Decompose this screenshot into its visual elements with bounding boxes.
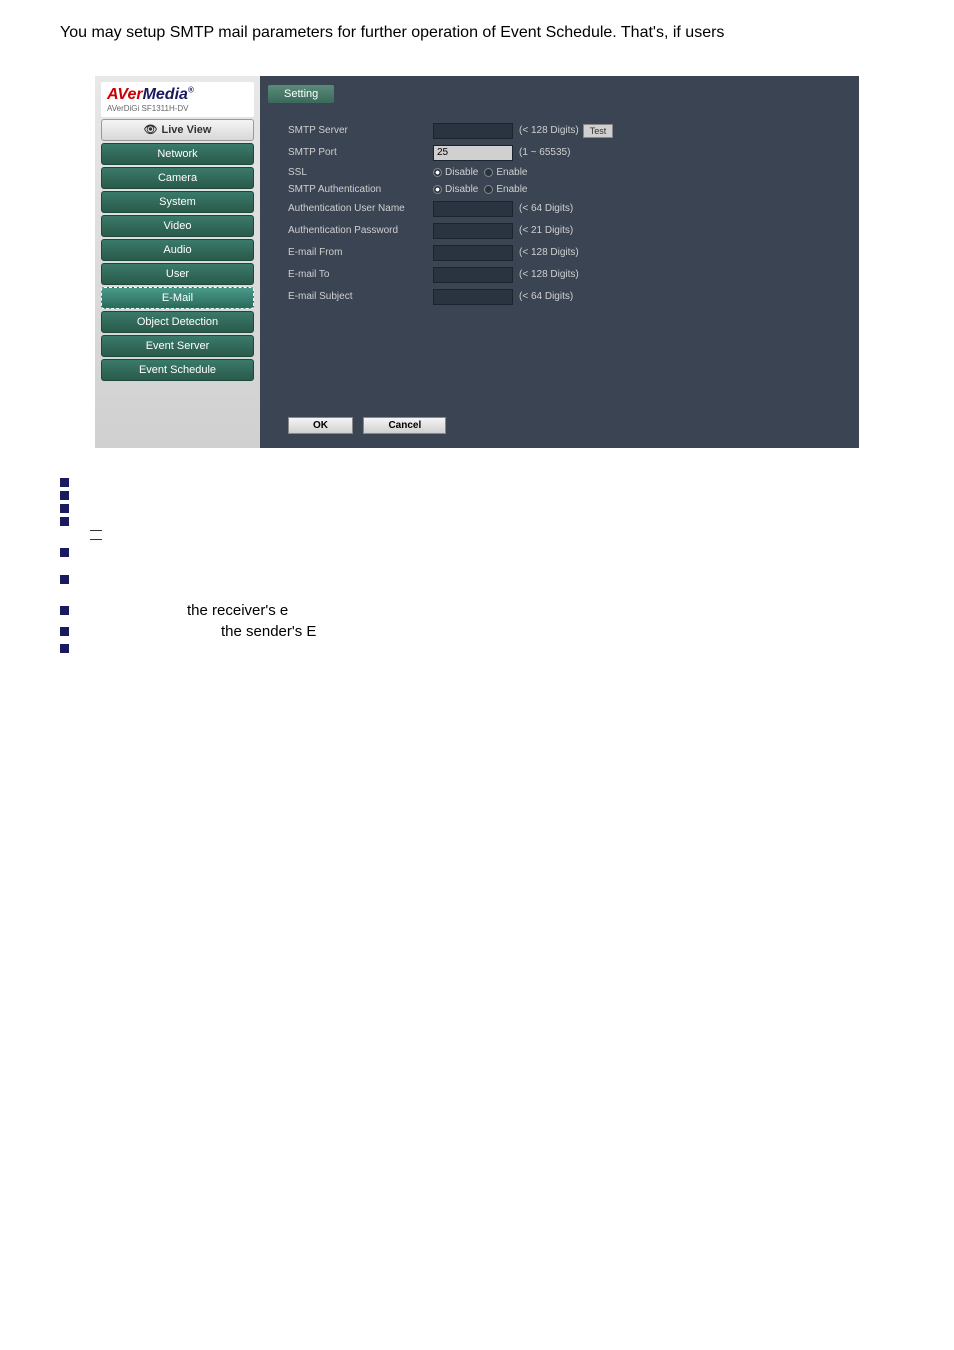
row-smtp-auth: SMTP Authentication Disable Enable: [288, 184, 831, 195]
label-email-to: E-mail To: [288, 269, 433, 280]
sidebar-item-event-server[interactable]: Event Server: [101, 335, 254, 357]
ssl-disable-radio[interactable]: Disable: [433, 167, 478, 178]
ok-button[interactable]: OK: [288, 417, 353, 434]
bullet-icon: [60, 627, 69, 636]
bullet-list: the receiver's e the sender's E: [0, 468, 954, 667]
radio-icon: [433, 185, 442, 194]
sidebar-item-system[interactable]: System: [101, 191, 254, 213]
label-smtp-auth: SMTP Authentication: [288, 184, 433, 195]
auth-pass-input[interactable]: [433, 223, 513, 239]
brand-logo: AVerMedia® AVerDiGi SF1311H-DV: [101, 82, 254, 117]
email-from-input[interactable]: [433, 245, 513, 261]
bullet-icon: [60, 548, 69, 557]
sidebar-item-audio[interactable]: Audio: [101, 239, 254, 261]
auth-user-input[interactable]: [433, 201, 513, 217]
label-smtp-server: SMTP Server: [288, 125, 433, 136]
email-subject-input[interactable]: [433, 289, 513, 305]
row-email-to: E-mail To (< 128 Digits): [288, 267, 831, 283]
sidebar-item-event-schedule[interactable]: Event Schedule: [101, 359, 254, 381]
bullet-icon: [60, 517, 69, 526]
label-email-from: E-mail From: [288, 247, 433, 258]
config-screenshot: AVerMedia® AVerDiGi SF1311H-DV 👁 Live Vi…: [95, 76, 859, 448]
sidebar-item-camera[interactable]: Camera: [101, 167, 254, 189]
smtp-server-input[interactable]: [433, 123, 513, 139]
auth-enable-radio[interactable]: Enable: [484, 184, 527, 195]
label-auth-pass: Authentication Password: [288, 225, 433, 236]
radio-icon: [484, 185, 493, 194]
label-email-subject: E-mail Subject: [288, 291, 433, 302]
radio-icon: [433, 168, 442, 177]
bullet-icon: [60, 575, 69, 584]
email-to-input[interactable]: [433, 267, 513, 283]
live-view-button[interactable]: 👁 Live View: [101, 119, 254, 141]
sidebar-item-email[interactable]: E-Mail: [101, 287, 254, 309]
bullet-icon: [60, 504, 69, 513]
cancel-button[interactable]: Cancel: [363, 417, 446, 434]
test-button[interactable]: Test: [583, 124, 614, 138]
dash-icon: [90, 539, 102, 540]
row-auth-pass: Authentication Password (< 21 Digits): [288, 223, 831, 239]
bullet-icon: [60, 478, 69, 487]
bullet-icon: [60, 606, 69, 615]
sidebar-item-user[interactable]: User: [101, 263, 254, 285]
hint-smtp-port: (1 ~ 65535): [519, 147, 570, 158]
radio-icon: [484, 168, 493, 177]
button-row: OK Cancel: [268, 415, 851, 434]
main-panel: Setting SMTP Server (< 128 Digits) Test …: [260, 76, 859, 448]
hint-smtp-server: (< 128 Digits): [519, 125, 579, 136]
row-email-from: E-mail From (< 128 Digits): [288, 245, 831, 261]
sidebar: AVerMedia® AVerDiGi SF1311H-DV 👁 Live Vi…: [95, 76, 260, 448]
sidebar-item-network[interactable]: Network: [101, 143, 254, 165]
hint-email-to: (< 128 Digits): [519, 269, 579, 280]
sidebar-item-video[interactable]: Video: [101, 215, 254, 237]
intro-paragraph: You may setup SMTP mail parameters for f…: [0, 0, 954, 76]
row-smtp-server: SMTP Server (< 128 Digits) Test: [288, 123, 831, 139]
form-area: SMTP Server (< 128 Digits) Test SMTP Por…: [268, 123, 851, 305]
bullet-text-receiver: the receiver's e: [79, 602, 288, 619]
label-auth-user: Authentication User Name: [288, 203, 433, 214]
hint-auth-pass: (< 21 Digits): [519, 225, 573, 236]
hint-auth-user: (< 64 Digits): [519, 203, 573, 214]
row-ssl: SSL Disable Enable: [288, 167, 831, 178]
row-email-subject: E-mail Subject (< 64 Digits): [288, 289, 831, 305]
dash-icon: [90, 530, 102, 531]
tab-setting[interactable]: Setting: [268, 85, 334, 103]
hint-email-subject: (< 64 Digits): [519, 291, 573, 302]
hint-email-from: (< 128 Digits): [519, 247, 579, 258]
row-auth-user: Authentication User Name (< 64 Digits): [288, 201, 831, 217]
eye-icon: 👁: [144, 123, 158, 136]
row-smtp-port: SMTP Port (1 ~ 65535): [288, 145, 831, 161]
bullet-icon: [60, 491, 69, 500]
bullet-icon: [60, 644, 69, 653]
smtp-port-input[interactable]: [433, 145, 513, 161]
ssl-enable-radio[interactable]: Enable: [484, 167, 527, 178]
bullet-text-sender: the sender's E: [79, 623, 316, 640]
auth-disable-radio[interactable]: Disable: [433, 184, 478, 195]
label-smtp-port: SMTP Port: [288, 147, 433, 158]
label-ssl: SSL: [288, 167, 433, 178]
sidebar-item-object-detection[interactable]: Object Detection: [101, 311, 254, 333]
